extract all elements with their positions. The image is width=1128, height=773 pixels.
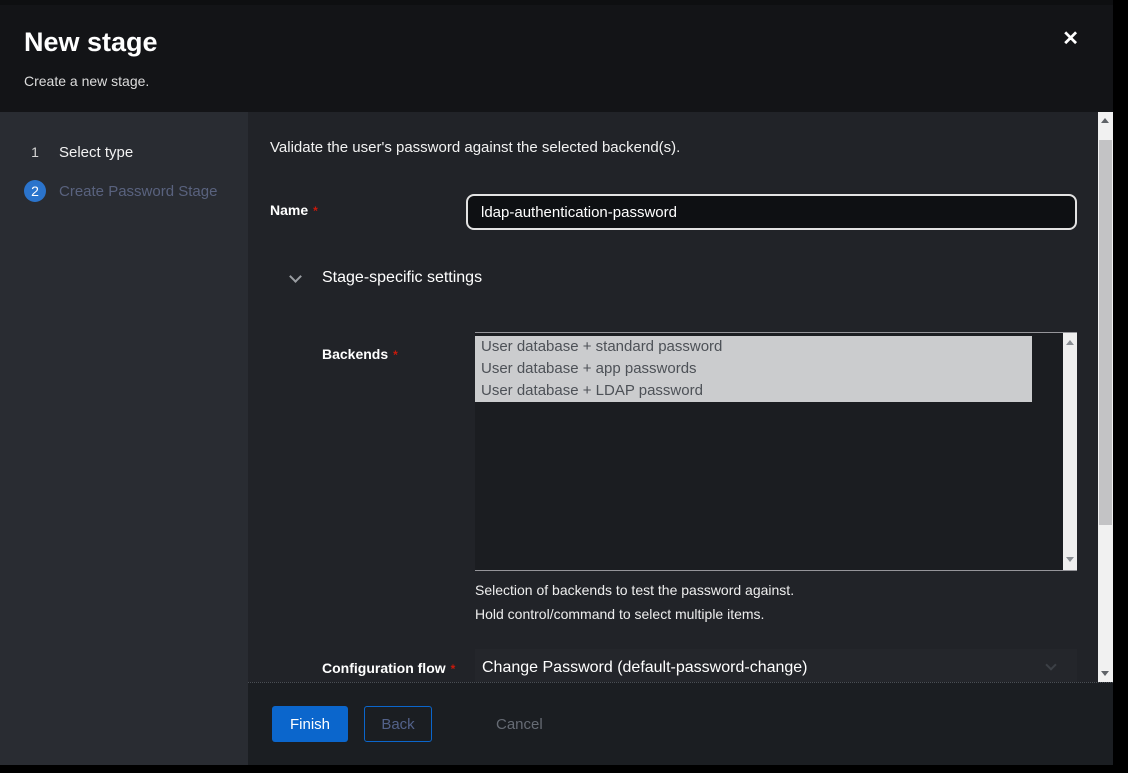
finish-button[interactable]: Finish	[272, 706, 348, 742]
modal-title: New stage	[24, 27, 158, 58]
required-asterisk: *	[313, 204, 318, 218]
modal-subtitle: Create a new stage.	[24, 73, 149, 89]
back-button[interactable]: Back	[364, 706, 432, 742]
backends-help-multiselect-hint: Hold control/command to select multiple …	[475, 606, 764, 622]
configuration-flow-label: Configuration flow *	[322, 660, 455, 676]
step-label: Create Password Stage	[59, 183, 217, 200]
backend-option-selected[interactable]: User database + LDAP password	[475, 380, 1032, 402]
selected-flow-value: Change Password (default-password-change…	[482, 659, 808, 677]
wizard-step-select-type[interactable]: 1 Select type	[0, 138, 248, 166]
backends-help-text: Selection of backends to test the passwo…	[475, 582, 794, 598]
scrollbar-thumb[interactable]	[1099, 140, 1112, 525]
chevron-down-icon	[289, 270, 302, 283]
scrollbar-down-icon[interactable]	[1098, 665, 1113, 682]
expander-label: Stage-specific settings	[322, 269, 482, 287]
name-label-text: Name	[270, 202, 308, 218]
select-caret-icon	[1045, 659, 1056, 670]
listbox-scrollbar[interactable]	[1063, 333, 1077, 570]
cancel-button[interactable]: Cancel	[496, 716, 543, 733]
form-scroll-area: Validate the user's password against the…	[248, 112, 1098, 682]
scroll-up-icon[interactable]	[1063, 335, 1077, 351]
step-label: Select type	[59, 144, 133, 161]
configuration-flow-label-text: Configuration flow	[322, 660, 446, 676]
modal-footer: Finish Back Cancel	[248, 682, 1113, 765]
name-label: Name *	[270, 202, 318, 218]
backend-option-selected[interactable]: User database + standard password	[475, 336, 1032, 358]
screen: New stage Create a new stage. ✕ 1 Select…	[0, 0, 1128, 773]
stage-settings-expander[interactable]: Stage-specific settings	[291, 267, 482, 289]
backend-option-selected[interactable]: User database + app passwords	[475, 358, 1032, 380]
backends-multiselect[interactable]: User database + standard password User d…	[475, 332, 1077, 571]
form-intro: Validate the user's password against the…	[270, 139, 680, 156]
required-asterisk: *	[393, 348, 398, 362]
triangle-down-icon	[1066, 557, 1074, 562]
required-asterisk: *	[451, 662, 456, 676]
name-input[interactable]	[466, 194, 1077, 230]
wizard-steps-sidebar: 1 Select type 2 Create Password Stage	[0, 112, 248, 765]
triangle-up-icon	[1066, 340, 1074, 345]
triangle-down-icon	[1101, 671, 1109, 676]
close-icon[interactable]: ✕	[1062, 29, 1079, 49]
scrollbar-up-icon[interactable]	[1098, 112, 1113, 129]
step-number-badge: 2	[24, 180, 46, 202]
backends-label: Backends *	[322, 346, 398, 362]
wizard-step-create-password-stage[interactable]: 2 Create Password Stage	[0, 177, 248, 205]
step-number: 1	[24, 141, 46, 163]
scroll-down-icon[interactable]	[1063, 552, 1077, 568]
form-scrollbar[interactable]	[1098, 112, 1113, 682]
modal-header: New stage Create a new stage. ✕	[0, 5, 1113, 112]
configuration-flow-select[interactable]: Change Password (default-password-change…	[475, 649, 1077, 682]
backends-label-text: Backends	[322, 346, 388, 362]
triangle-up-icon	[1101, 118, 1109, 123]
new-stage-modal: New stage Create a new stage. ✕ 1 Select…	[0, 5, 1113, 765]
